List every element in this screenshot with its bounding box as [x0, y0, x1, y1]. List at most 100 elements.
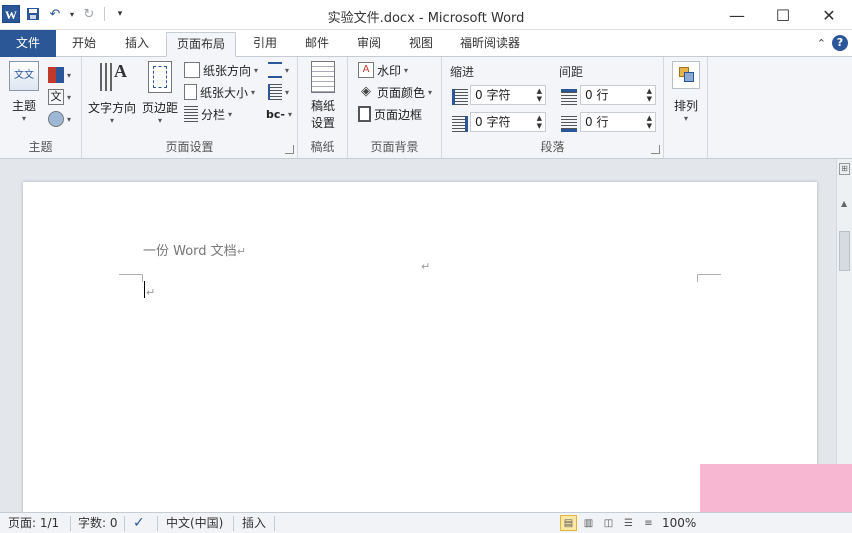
status-language[interactable]: 中文(中国) — [166, 515, 223, 532]
arrange-dropdown-icon: ▾ — [683, 114, 688, 123]
margins-icon-guide — [153, 66, 167, 88]
line-numbers-button[interactable]: ▾ — [268, 82, 289, 102]
document-line-1[interactable]: 一份 Word 文档↵ — [143, 240, 246, 259]
ribbon-tabs: 文件 开始 插入 页面布局 引用 邮件 审阅 视图 福昕阅读器 ⌃ ? — [0, 30, 852, 57]
indent-right-icon — [452, 116, 468, 132]
manuscript-settings-button[interactable]: 稿纸 设置 — [304, 61, 342, 131]
group-label-page-background: 页面背景 — [370, 140, 419, 154]
status-divider-2 — [124, 516, 125, 531]
page-color-label: 页面颜色 — [377, 85, 426, 100]
theme-colors-button[interactable]: ▾ — [48, 65, 71, 85]
breaks-button[interactable]: ▾ — [268, 60, 289, 80]
manuscript-label-line1: 稿纸 — [310, 99, 335, 113]
tab-right-controls: ⌃ ? — [817, 35, 848, 51]
paragraph-mark-3: ↵ — [146, 286, 156, 299]
size-icon — [184, 84, 197, 100]
theme-fonts-button[interactable]: 文 ▾ — [48, 87, 71, 107]
themes-icon: 文文 — [9, 61, 39, 91]
manuscript-label-line2: 设置 — [310, 116, 335, 130]
minimize-ribbon-icon[interactable]: ⌃ — [817, 37, 826, 50]
indent-right-spinner[interactable]: 0 字符 ▲ ▼ — [470, 112, 546, 132]
window-controls: — ☐ ✕ — [714, 0, 852, 30]
themes-button[interactable]: 文文 主题 ▾ — [6, 61, 42, 123]
text-direction-dropdown-icon: ▾ — [109, 116, 114, 125]
arrange-icon-front — [684, 72, 694, 82]
status-words[interactable]: 字数: 0 — [78, 515, 118, 532]
vertical-scrollbar[interactable]: ⊞ ▲ — [836, 159, 852, 512]
tab-view[interactable]: 视图 — [399, 32, 443, 57]
indent-left-updown-icon[interactable]: ▲ ▼ — [537, 87, 542, 103]
spacing-after-spinner[interactable]: 0 行 ▲ ▼ — [580, 112, 656, 132]
close-icon[interactable]: ✕ — [806, 0, 852, 30]
outline-view-icon[interactable]: ☰ — [620, 515, 637, 531]
spacing-after-value: 0 行 — [585, 115, 609, 129]
hyphenation-dropdown-icon: ▾ — [287, 109, 292, 119]
print-layout-view-icon[interactable]: ▤ — [560, 515, 577, 531]
margins-button[interactable]: 页边距 ▾ — [138, 61, 182, 125]
margins-label: 页边距 — [141, 101, 178, 115]
arrange-button[interactable]: 排列 ▾ — [668, 61, 704, 123]
orientation-button[interactable]: 纸张方向 ▾ — [184, 60, 258, 80]
indent-title: 缩进 — [450, 65, 475, 79]
crop-mark-right — [697, 274, 721, 282]
group-label-themes: 主题 — [28, 140, 53, 154]
indent-left-value: 0 字符 — [475, 88, 511, 102]
theme-effects-button[interactable]: ▾ — [48, 109, 71, 129]
status-bar: 页面: 1/1 字数: 0 ✓ 中文(中国) 插入 ▤ ▥ ◫ ☰ ≡ 100% — [0, 512, 852, 533]
help-icon[interactable]: ? — [832, 35, 848, 51]
watermark-dropdown-icon: ▾ — [404, 65, 409, 75]
page-setup-launcher-icon[interactable] — [285, 145, 294, 154]
hyphenation-button[interactable]: bc- ▾ — [266, 104, 292, 124]
tab-page-layout[interactable]: 页面布局 — [166, 32, 237, 57]
spacing-before-updown-icon[interactable]: ▲ ▼ — [647, 87, 652, 103]
document-page[interactable]: 一份 Word 文档↵ ↵ ↵ — [23, 182, 817, 512]
status-insert-mode[interactable]: 插入 — [242, 515, 266, 532]
breaks-dropdown-icon: ▾ — [285, 65, 290, 75]
ruler-toggle-icon[interactable]: ⊞ — [839, 163, 850, 175]
proofing-icon[interactable]: ✓ — [133, 515, 145, 532]
indent-left-spinner[interactable]: 0 字符 ▲ ▼ — [470, 85, 546, 105]
scroll-up-icon[interactable]: ▲ — [841, 199, 847, 208]
paragraph-mark: ↵ — [236, 245, 246, 258]
draft-view-icon[interactable]: ≡ — [640, 515, 657, 531]
spacing-before-spinner[interactable]: 0 行 ▲ ▼ — [580, 85, 656, 105]
arrange-label: 排列 — [673, 99, 698, 113]
document-area[interactable]: 一份 Word 文档↵ ↵ ↵ — [0, 159, 836, 512]
web-layout-view-icon[interactable]: ◫ — [600, 515, 617, 531]
indent-right-updown-icon[interactable]: ▲ ▼ — [537, 114, 542, 130]
page-borders-button[interactable]: 页面边框 — [358, 104, 422, 124]
columns-dropdown-icon: ▾ — [228, 109, 233, 119]
maximize-icon[interactable]: ☐ — [760, 0, 806, 30]
status-zoom[interactable]: 100% — [662, 515, 696, 532]
paragraph-launcher-icon[interactable] — [651, 145, 660, 154]
tab-insert[interactable]: 插入 — [115, 32, 159, 57]
page-color-button[interactable]: ◈ 页面颜色 ▾ — [358, 82, 432, 102]
text-direction-button[interactable]: A 文字方向 ▾ — [86, 61, 138, 125]
status-divider-4 — [233, 516, 234, 531]
themes-label: 主题 — [11, 99, 36, 113]
status-divider-5 — [274, 516, 275, 531]
minimize-icon[interactable]: — — [714, 0, 760, 30]
scrollbar-thumb[interactable] — [839, 231, 850, 271]
columns-label: 分栏 — [201, 107, 226, 122]
spacing-before-value: 0 行 — [585, 88, 609, 102]
status-page[interactable]: 页面: 1/1 — [8, 515, 59, 532]
watermark-button[interactable]: A 水印 ▾ — [358, 60, 408, 80]
tab-references[interactable]: 引用 — [243, 32, 287, 57]
text-direction-icon: A — [95, 61, 129, 93]
columns-button[interactable]: 分栏 ▾ — [184, 104, 232, 124]
tab-file[interactable]: 文件 — [0, 30, 56, 57]
theme-colors-dropdown-icon: ▾ — [67, 70, 72, 80]
tab-mailings[interactable]: 邮件 — [295, 32, 339, 57]
tab-home[interactable]: 开始 — [62, 32, 106, 57]
title-bar: W ↶ ▾ ↻ ▾ 实验文件.docx - Microsoft Word — ☐… — [0, 0, 852, 30]
arrange-icon — [672, 61, 700, 89]
orientation-icon — [184, 62, 200, 78]
spacing-after-updown-icon[interactable]: ▲ ▼ — [647, 114, 652, 130]
size-button[interactable]: 纸张大小 ▾ — [184, 82, 255, 102]
tab-foxit-reader[interactable]: 福昕阅读器 — [450, 32, 530, 57]
group-themes: 文文 主题 ▾ ▾ 文 ▾ ▾ 主题 — [0, 57, 82, 158]
status-divider-1 — [70, 516, 71, 531]
full-screen-reading-view-icon[interactable]: ▥ — [580, 515, 597, 531]
tab-review[interactable]: 审阅 — [347, 32, 391, 57]
